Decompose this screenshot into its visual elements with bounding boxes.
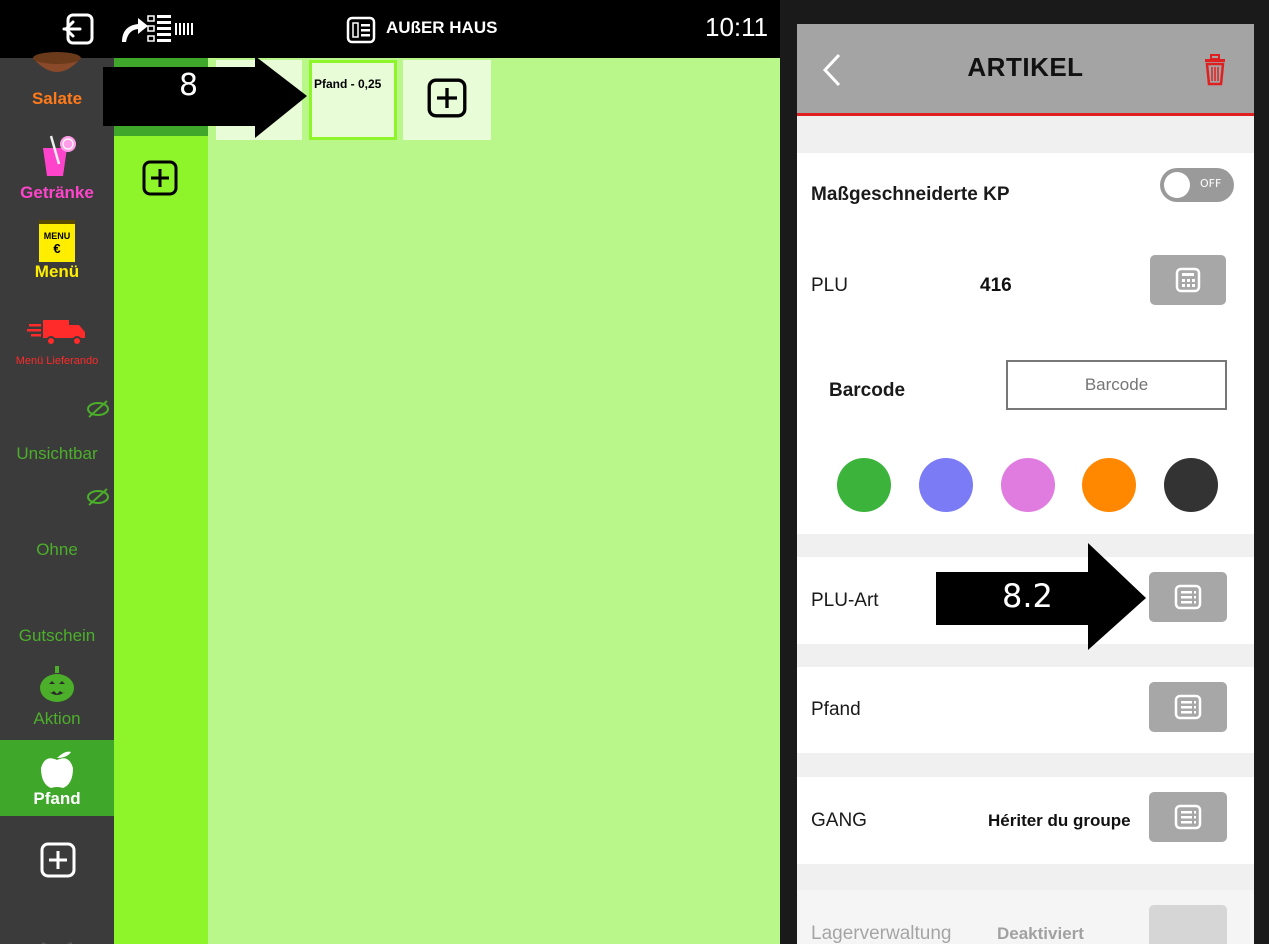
category-salate[interactable]: Salate [0,52,114,122]
article-panel: ARTIKEL Maßgeschneiderte KP OFF PLU 416 [797,24,1254,944]
deposit-row: Pfand [797,667,1254,753]
add-group-button[interactable] [142,160,178,200]
category-menue-lieferando[interactable]: Menü Lieferando [0,316,114,388]
group-column [114,58,208,944]
category-label: Pfand [33,789,81,808]
scroll-down-icon[interactable] [40,936,74,944]
list-icon [1174,804,1202,830]
salad-bowl-icon [33,52,81,72]
stock-label: Lagerverwaltung [811,923,952,944]
status-bar: AUßER HAUS 10:11 [0,0,780,58]
category-aktion[interactable]: Aktion [0,664,114,740]
course-label: GANG [811,810,867,831]
course-row: GANG Hériter du groupe [797,777,1254,864]
plu-type-list-button[interactable] [1149,572,1227,622]
category-label: Menü [34,262,80,281]
delivery-truck-icon [27,320,85,346]
color-swatch[interactable] [919,458,973,512]
pumpkin-icon [40,666,74,702]
eye-slash-icon [87,400,109,418]
order-mode-label[interactable]: AUßER HAUS [386,18,497,38]
tutorial-arrow-8: 8 [103,56,309,138]
plu-calculator-button[interactable] [1150,255,1226,305]
calculator-icon [1175,267,1201,293]
category-pfand[interactable]: Pfand [0,740,114,816]
apple-icon [41,751,73,788]
category-sidebar: Salate Getränke MENU € Menü Menü Liefera… [0,52,114,944]
add-category-button[interactable] [40,842,76,882]
plus-box-icon [142,160,178,196]
trash-icon[interactable] [1203,54,1227,90]
item-tile-label: Pfand - 0,25 [314,77,382,91]
category-label: Menü Lieferando [15,355,99,367]
list-icon [1174,694,1202,720]
logout-icon[interactable] [62,12,96,46]
pos-app: AUßER HAUS 10:11 Salate Getränke MENU € … [0,0,780,944]
category-unsichtbar[interactable]: Unsichtbar [0,396,114,486]
custom-price-row: Maßgeschneiderte KP OFF [797,153,1254,238]
color-swatch[interactable] [1164,458,1218,512]
color-swatch[interactable] [1001,458,1055,512]
menu-card-icon: MENU € [39,220,75,262]
plus-box-icon [427,78,467,118]
category-label: Unsichtbar [16,444,98,463]
toggle-state: OFF [1200,177,1222,190]
plu-label: PLU [811,275,848,296]
course-list-button[interactable] [1149,792,1227,842]
category-label: Salate [31,89,83,108]
stock-row: Lagerverwaltung Deaktiviert [797,890,1254,944]
item-grid: Pfand - 0,25 [208,58,780,944]
custom-price-label: Maßgeschneiderte KP [811,184,1010,205]
category-menue[interactable]: MENU € Menü [0,220,114,300]
category-gutschein[interactable]: Gutschein [0,618,114,658]
panel-title: ARTIKEL [967,52,1084,82]
category-label: Getränke [20,183,94,202]
category-ohne[interactable]: Ohne [0,484,114,574]
redirect-list-icon[interactable] [118,12,208,46]
panel-header: ARTIKEL [797,24,1254,116]
category-label: Gutschein [18,626,96,645]
add-item-button[interactable] [403,60,491,140]
clock-time: 10:11 [705,12,769,42]
drink-icon [43,135,76,176]
color-swatch[interactable] [837,458,891,512]
stock-list-button[interactable] [1149,905,1227,944]
barcode-input[interactable] [1006,360,1227,410]
custom-price-toggle[interactable]: OFF [1160,168,1234,202]
category-label: Ohne [36,540,78,559]
deposit-label: Pfand [811,699,861,720]
deposit-list-button[interactable] [1149,682,1227,732]
category-label: Aktion [33,709,81,728]
plus-box-icon [40,842,76,878]
plu-block: PLU 416 Barcode [797,238,1254,534]
stock-value: Deaktiviert [997,924,1084,943]
tutorial-step-label: 8.2 [1002,577,1053,615]
order-mode-icon[interactable] [346,16,376,44]
course-value: Hériter du groupe [988,811,1131,830]
barcode-label: Barcode [829,380,906,401]
plu-value: 416 [980,275,1012,296]
category-getraenke[interactable]: Getränke [0,134,114,212]
eye-slash-icon [87,488,109,506]
toggle-knob [1164,172,1190,198]
item-tile-pfand[interactable]: Pfand - 0,25 [309,60,397,140]
tutorial-step-label: 8 [179,68,199,103]
list-icon [1174,584,1202,610]
plu-type-label: PLU-Art [811,590,879,611]
color-swatch[interactable] [1082,458,1136,512]
tutorial-arrow-8-2: 8.2 [936,543,1148,650]
